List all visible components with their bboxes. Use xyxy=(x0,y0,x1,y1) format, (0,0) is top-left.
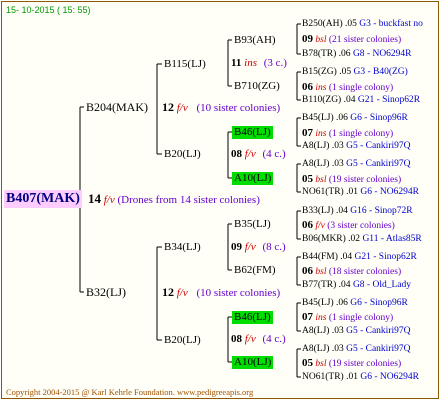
gen1-queen[interactable]: B204(MAK) xyxy=(86,101,148,114)
gen4-bottom[interactable]: B110(ZG) .04 G21 - Sinop62R xyxy=(302,94,420,106)
gen1-count: 12 xyxy=(162,100,174,114)
gen4-bottom[interactable]: A8(LJ) .03 G5 - Cankiri97Q xyxy=(302,325,410,337)
gen2-note: (4 c.) xyxy=(262,333,286,345)
gen1-fl: f/v xyxy=(176,102,188,114)
root-fl: f/v xyxy=(103,194,115,206)
gen4-drone-info: 09 bsl (21 sister colonies) xyxy=(302,33,402,45)
gen3-queen-highlight[interactable]: B46(LJ) xyxy=(232,311,273,324)
gen2-drone-info: 08 f/v (4 c.) xyxy=(231,148,286,161)
gen4-top[interactable]: A8(LJ) .03 G5 - Cankiri97Q xyxy=(302,343,410,355)
gen4-top[interactable]: B44(FM) .04 G21 - Sinop62R xyxy=(302,251,417,263)
gen2-fl: f/v xyxy=(244,333,256,345)
gen4-bottom[interactable]: A8(LJ) .03 G5 - Cankiri97Q xyxy=(302,140,410,152)
gen2-drone-info: 09 f/v (8 c.) xyxy=(231,241,286,254)
gen4-drone-info: 07 ins (1 single colony) xyxy=(302,311,394,323)
gen2-queen[interactable]: B34(LJ) xyxy=(164,241,201,254)
gen2-count: 08 xyxy=(231,333,242,345)
gen2-fl: ins xyxy=(244,57,257,69)
gen4-drone-info: 07 ins (1 single colony) xyxy=(302,127,394,139)
gen1-queen[interactable]: B32(LJ) xyxy=(86,286,126,299)
gen4-bottom[interactable]: NO61(TR) .01 G6 - NO6294R xyxy=(302,186,419,198)
gen3-queen-highlight[interactable]: B46(LJ) xyxy=(232,126,273,139)
gen4-drone-info: 05 bsl (19 sister colonies) xyxy=(302,357,402,369)
gen3-queen-highlight[interactable]: A10(LJ) xyxy=(232,356,274,369)
gen4-drone-info: 05 bsl (19 sister colonies) xyxy=(302,173,402,185)
gen3-queen[interactable]: B93(AH) xyxy=(234,34,276,47)
copyright-footer: Copyright 2004-2015 @ Karl Kehrle Founda… xyxy=(6,387,254,397)
root-count: 14 xyxy=(88,191,101,206)
gen4-drone-info: 06 bsl (18 sister colonies) xyxy=(302,265,402,277)
gen4-top[interactable]: B250(AH) .05 G3 - buckfast no xyxy=(302,18,423,30)
pedigree-chart: 15- 10-2015 ( 15: 55) B407(MAK) 14 f/v (… xyxy=(1,1,439,399)
gen2-note: (8 c.) xyxy=(262,241,286,253)
gen3-queen[interactable]: B710(ZG) xyxy=(234,80,280,93)
gen1-drone-info: 12 f/v (10 sister colonies) xyxy=(162,101,280,115)
gen1-note: (10 sister colonies) xyxy=(196,287,281,299)
gen2-fl: f/v xyxy=(244,148,256,160)
gen2-drone-info: 11 ins (3 c.) xyxy=(231,57,287,70)
gen4-top[interactable]: B15(ZG) .05 G3 - B40(ZG) xyxy=(302,66,408,78)
gen4-drone-info: 06 ins (1 single colony) xyxy=(302,81,394,93)
gen4-top[interactable]: A8(LJ) .03 G5 - Cankiri97Q xyxy=(302,158,410,170)
gen2-queen[interactable]: B115(LJ) xyxy=(164,58,206,71)
gen4-bottom[interactable]: B78(TR) .06 G8 - NO6294R xyxy=(302,48,412,60)
gen4-top[interactable]: B45(LJ) .06 G6 - Sinop96R xyxy=(302,297,408,309)
gen2-count: 11 xyxy=(231,57,242,69)
gen4-bottom[interactable]: NO61(TR) .01 G6 - NO6294R xyxy=(302,371,419,383)
gen1-count: 12 xyxy=(162,285,174,299)
gen1-drone-info: 12 f/v (10 sister colonies) xyxy=(162,286,280,300)
gen2-fl: f/v xyxy=(244,241,256,253)
gen2-count: 08 xyxy=(231,148,242,160)
gen4-top[interactable]: B33(LJ) .04 G16 - Sinop72R xyxy=(302,205,413,217)
gen4-bottom[interactable]: B77(TR) .04 G8 - Old_Lady xyxy=(302,279,411,291)
gen2-queen[interactable]: B20(LJ) xyxy=(164,148,201,161)
gen2-queen[interactable]: B20(LJ) xyxy=(164,334,201,347)
report-date: 15- 10-2015 ( 15: 55) xyxy=(6,5,91,15)
root-note: (Drones from 14 sister colonies) xyxy=(117,194,260,206)
gen2-drone-info: 08 f/v (4 c.) xyxy=(231,333,286,346)
gen2-note: (3 c.) xyxy=(263,57,287,69)
gen4-top[interactable]: B45(LJ) .06 G6 - Sinop96R xyxy=(302,112,408,124)
gen4-drone-info: 06 f/v (3 sister colonies) xyxy=(302,219,395,231)
gen4-bottom[interactable]: B06(MKR) .02 G11 - Atlas85R xyxy=(302,233,422,245)
gen3-queen[interactable]: B62(FM) xyxy=(234,264,276,277)
gen1-note: (10 sister colonies) xyxy=(196,102,281,114)
root-drone-info: 14 f/v (Drones from 14 sister colonies) xyxy=(88,192,260,207)
gen2-note: (4 c.) xyxy=(262,148,286,160)
gen1-fl: f/v xyxy=(176,287,188,299)
gen3-queen[interactable]: B35(LJ) xyxy=(234,218,271,231)
gen2-count: 09 xyxy=(231,241,242,253)
root-queen[interactable]: B407(MAK) xyxy=(4,190,82,208)
gen3-queen-highlight[interactable]: A10(LJ) xyxy=(232,172,274,185)
